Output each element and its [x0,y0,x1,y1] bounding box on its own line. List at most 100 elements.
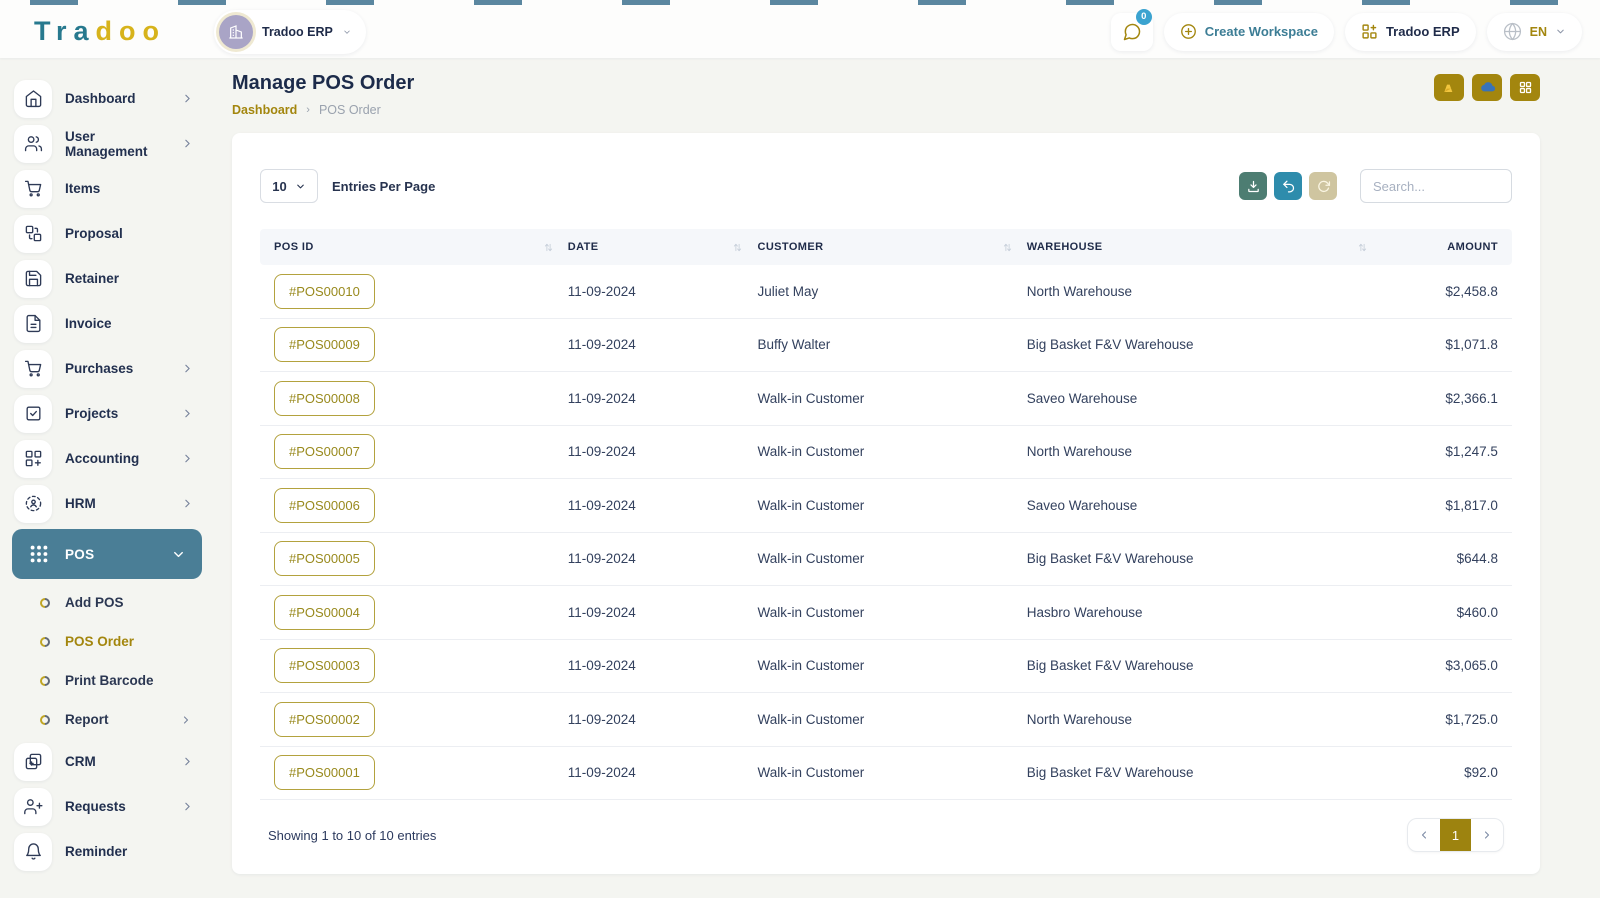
pos-id-badge[interactable]: #POS00002 [274,701,375,737]
table-row[interactable]: #POS00005 11-09-2024 Walk-in Customer Bi… [260,533,1512,586]
column-label: AMOUNT [1447,241,1498,253]
create-workspace-button[interactable]: Create Workspace [1163,12,1334,51]
sidebar-subitem-print-barcode[interactable]: Print Barcode [0,661,214,700]
bullet-icon [40,636,50,647]
table-header-row: POS ID DATE CUSTOMER WAREHOUSE AMOUNT [260,229,1512,265]
chevron-right-icon [185,757,190,766]
sidebar-item-invoice[interactable]: Invoice [0,301,214,346]
order-date-cell: 11-09-2024 [567,444,636,460]
amount-cell: $2,366.1 [1445,390,1498,406]
pos-id-badge[interactable]: #POS00008 [274,380,375,416]
warehouse-cell: North Warehouse [1026,283,1133,299]
globe-icon [1503,22,1521,41]
pos-id-badge[interactable]: #POS00004 [274,594,375,630]
workspace-name: Tradoo ERP [262,24,333,39]
grid-plus-icon [1362,24,1377,39]
column-label: CUSTOMER [757,241,824,253]
top-decorative-strip [0,0,1600,5]
drive-export-button[interactable] [1434,74,1464,101]
table-row[interactable]: #POS00008 11-09-2024 Walk-in Customer Sa… [260,372,1512,426]
table-row[interactable]: #POS00001 11-09-2024 Walk-in Customer Bi… [260,747,1512,800]
bullet-icon [40,714,50,725]
pos-id-badge[interactable]: #POS00005 [274,541,375,577]
language-selector[interactable]: EN [1486,12,1582,51]
breadcrumb-current: POS Order [318,103,381,117]
chevron-right-icon [185,409,190,418]
check-square-icon [14,394,52,433]
table-row[interactable]: #POS00004 11-09-2024 Walk-in Customer Ha… [260,586,1512,640]
home-icon [14,79,52,118]
search-input[interactable] [1360,169,1512,203]
customer-cell: Walk-in Customer [757,444,865,460]
amount-cell: $1,725.0 [1445,711,1498,727]
warehouse-cell: Big Basket F&V Warehouse [1026,658,1194,674]
sidebar-item-crm[interactable]: CRM [0,739,214,784]
table-row[interactable]: #POS00002 11-09-2024 Walk-in Customer No… [260,693,1512,747]
entries-per-page-select[interactable]: 10 [260,169,318,203]
column-header-pos-id[interactable]: POS ID [274,241,568,253]
sidebar-item-reminder[interactable]: Reminder [0,829,214,874]
order-date-cell: 11-09-2024 [567,390,636,406]
sidebar-item-dashboard[interactable]: Dashboard [0,76,214,121]
table-row[interactable]: #POS00010 11-09-2024 Juliet May North Wa… [260,265,1512,319]
sidebar-subitem-pos-order[interactable]: POS Order [0,622,214,661]
proposal-icon [14,214,52,253]
sidebar-item-projects[interactable]: Projects [0,391,214,436]
sidebar-item-retainer[interactable]: Retainer [0,256,214,301]
column-header-customer[interactable]: CUSTOMER [757,241,1026,253]
workspace-selector[interactable]: Tradoo ERP [214,9,366,54]
cloud-export-button[interactable] [1472,74,1502,101]
customer-cell: Walk-in Customer [757,551,865,567]
pos-id-badge[interactable]: #POS00003 [274,648,375,684]
sidebar-item-accounting[interactable]: Accounting [0,436,214,481]
chat-button[interactable]: 0 [1110,8,1153,51]
order-date-cell: 11-09-2024 [567,337,636,353]
sidebar-item-hrm[interactable]: HRM [0,481,214,526]
prev-page-button[interactable] [1408,819,1440,851]
breadcrumb-dashboard-link[interactable]: Dashboard [232,103,297,117]
sidebar-item-requests[interactable]: Requests [0,784,214,829]
grid-icon [1519,81,1531,94]
chevron-right-icon [185,499,190,508]
refresh-button[interactable] [1309,172,1337,200]
pos-id-badge[interactable]: #POS00007 [274,434,375,470]
chevron-right-icon [183,715,189,724]
table-row[interactable]: #POS00007 11-09-2024 Walk-in Customer No… [260,426,1512,479]
table-row[interactable]: #POS00009 11-09-2024 Buffy Walter Big Ba… [260,319,1512,372]
next-page-button[interactable] [1471,819,1503,851]
column-label: WAREHOUSE [1026,241,1103,253]
undo-button[interactable] [1274,172,1302,200]
top-bar: Tradoo Tradoo ERP 0 Create Workspace Tra… [0,0,1600,58]
sidebar-item-purchases[interactable]: Purchases [0,346,214,391]
pos-id-badge[interactable]: #POS00006 [274,487,375,523]
sort-icon [734,243,742,251]
language-label: EN [1529,24,1547,39]
chevron-down-icon [174,551,183,557]
table-row[interactable]: #POS00006 11-09-2024 Walk-in Customer Sa… [260,479,1512,533]
amount-cell: $3,065.0 [1445,658,1498,674]
pos-id-badge[interactable]: #POS00010 [274,273,375,309]
download-icon [1247,180,1259,192]
sidebar-item-user-management[interactable]: User Management [0,121,214,166]
customer-cell: Walk-in Customer [757,390,865,406]
amount-cell: $2,458.8 [1445,283,1498,299]
sidebar-subitem-add-pos[interactable]: Add POS [0,583,214,622]
warehouse-cell: Big Basket F&V Warehouse [1026,337,1194,353]
download-button[interactable] [1239,172,1267,200]
column-header-amount[interactable]: AMOUNT [1382,241,1498,253]
sidebar-subitem-report[interactable]: Report [0,700,214,739]
table-row[interactable]: #POS00003 11-09-2024 Walk-in Customer Bi… [260,640,1512,693]
sidebar-item-proposal[interactable]: Proposal [0,211,214,256]
customer-cell: Walk-in Customer [757,658,865,674]
current-page-button[interactable]: 1 [1440,819,1471,851]
pos-id-badge[interactable]: #POS00009 [274,327,375,363]
column-header-warehouse[interactable]: WAREHOUSE [1027,241,1382,253]
breadcrumb: Dashboard › POS Order [232,103,414,117]
chevron-down-icon [344,29,350,34]
sidebar-item-items[interactable]: Items [0,166,214,211]
pos-id-badge[interactable]: #POS00001 [274,755,375,791]
grid-view-button[interactable] [1510,74,1540,101]
sidebar-item-pos[interactable]: POS [12,529,202,579]
erp-switcher-button[interactable]: Tradoo ERP [1344,12,1476,51]
column-header-date[interactable]: DATE [568,241,758,253]
